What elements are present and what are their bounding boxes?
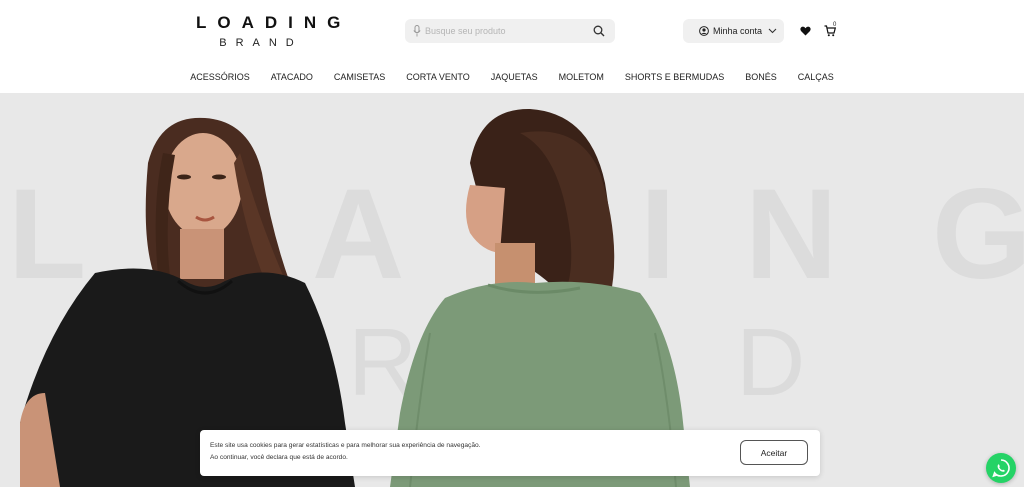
nav-item-atacado[interactable]: ATACADO: [271, 72, 313, 84]
brand-logo-line2: BRAND: [219, 37, 303, 49]
nav-item-corta-vento[interactable]: CORTA VENTO: [406, 72, 470, 84]
account-label: Minha conta: [713, 26, 763, 36]
search-input[interactable]: [425, 23, 585, 39]
whatsapp-button[interactable]: [986, 453, 1016, 483]
cookie-consent-banner: Este site usa cookies para gerar estatís…: [200, 430, 820, 476]
nav-item-bones[interactable]: BONÉS: [745, 72, 777, 84]
chevron-down-icon: [768, 28, 777, 34]
hero-banner[interactable]: L A I N G R D: [0, 93, 1024, 487]
nav-item-shorts-e-bermudas[interactable]: SHORTS E BERMUDAS: [625, 72, 724, 84]
brand-logo-line1: LOADING: [196, 13, 352, 32]
nav-item-acessorios[interactable]: ACESSÓRIOS: [190, 72, 250, 84]
nav-item-moletom[interactable]: MOLETOM: [559, 72, 604, 84]
search-icon[interactable]: [593, 25, 605, 37]
accept-cookies-button[interactable]: Aceitar: [740, 440, 808, 465]
model-green-tshirt-image: [390, 108, 690, 487]
main-nav: ACESSÓRIOS ATACADO CAMISETAS CORTA VENTO…: [0, 72, 1024, 84]
cookie-text-line1: Este site usa cookies para gerar estatís…: [210, 442, 481, 449]
cart-count-badge: 0: [833, 22, 837, 28]
brand-logo[interactable]: LOADING BRAND: [186, 13, 352, 50]
mic-icon[interactable]: [413, 25, 421, 37]
site-header: LOADING BRAND Minha conta 0: [0, 0, 1024, 93]
nav-item-calcas[interactable]: CALÇAS: [798, 72, 834, 84]
user-icon: [699, 26, 709, 36]
account-button[interactable]: Minha conta: [683, 19, 784, 43]
search-bar: [405, 19, 615, 43]
heart-icon[interactable]: [800, 26, 811, 36]
nav-item-camisetas[interactable]: CAMISETAS: [334, 72, 385, 84]
nav-item-jaquetas[interactable]: JAQUETAS: [491, 72, 538, 84]
whatsapp-icon: [992, 459, 1010, 478]
cookie-text-line2: Ao continuar, você declara que está de a…: [210, 454, 348, 461]
